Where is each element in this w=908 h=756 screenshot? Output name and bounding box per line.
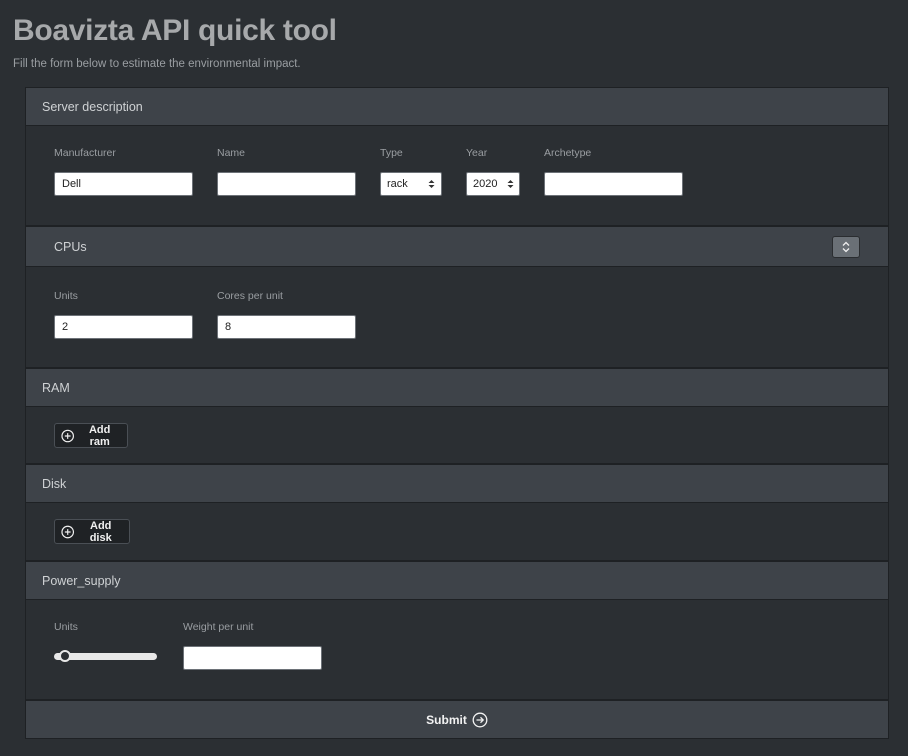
weight-per-unit-input[interactable] [183,646,322,670]
cores-per-unit-input[interactable] [217,315,356,339]
plus-circle-icon [61,429,74,442]
manufacturer-label: Manufacturer [54,147,116,159]
cores-per-unit-label: Cores per unit [217,290,283,302]
add-ram-label: Add ram [88,423,111,448]
slider-thumb[interactable] [58,650,71,662]
server-description-heading: Server description [42,99,143,114]
disk-panel: Disk Add disk [25,464,889,561]
type-select-value: rack [387,178,408,190]
weight-per-unit-label: Weight per unit [183,621,254,633]
chevron-up-down-icon [842,241,850,253]
updown-arrows-icon [428,179,435,189]
psu-units-label: Units [54,621,78,633]
type-label: Type [380,147,403,159]
name-label: Name [217,147,246,159]
ram-panel: RAM Add ram [25,368,889,464]
submit-label: Submit [426,712,467,727]
disk-header[interactable]: Disk [26,465,888,503]
manufacturer-input[interactable] [54,172,193,196]
add-disk-button[interactable]: Add disk [54,519,130,544]
ram-heading: RAM [42,380,70,395]
arrow-right-circle-icon [472,712,488,727]
power-supply-header[interactable]: Power_supply [26,562,888,600]
cpu-units-input[interactable] [54,315,193,339]
cpus-panel: CPUs Units Cores per unit [25,226,889,368]
archetype-label: Archetype [544,147,592,159]
add-ram-button[interactable]: Add ram [54,423,128,448]
type-select[interactable]: rack [380,172,442,196]
power-supply-heading: Power_supply [42,573,121,588]
collapse-toggle-button[interactable] [832,236,860,258]
cpus-heading: CPUs [54,239,87,254]
cpu-units-label: Units [54,290,78,302]
ram-header[interactable]: RAM [26,369,888,407]
page-subtitle: Fill the form below to estimate the envi… [13,58,301,70]
year-stepper[interactable]: 2020 [466,172,520,196]
archetype-input[interactable] [544,172,683,196]
page-title: Boavizta API quick tool [13,14,337,47]
power-supply-panel: Power_supply Units Weight per unit [25,561,889,700]
server-description-panel: Server description Manufacturer Name Typ… [25,87,889,226]
page: Boavizta API quick tool Fill the form be… [0,0,908,756]
disk-heading: Disk [42,476,67,491]
stepper-arrows-icon[interactable] [507,179,514,189]
year-stepper-value: 2020 [473,178,498,190]
add-disk-label: Add disk [89,519,112,544]
cpus-header[interactable]: CPUs [26,227,888,267]
plus-circle-icon [61,525,75,538]
year-label: Year [466,147,488,159]
name-input[interactable] [217,172,356,196]
server-description-header[interactable]: Server description [26,88,888,126]
submit-button[interactable]: Submit [25,700,889,739]
